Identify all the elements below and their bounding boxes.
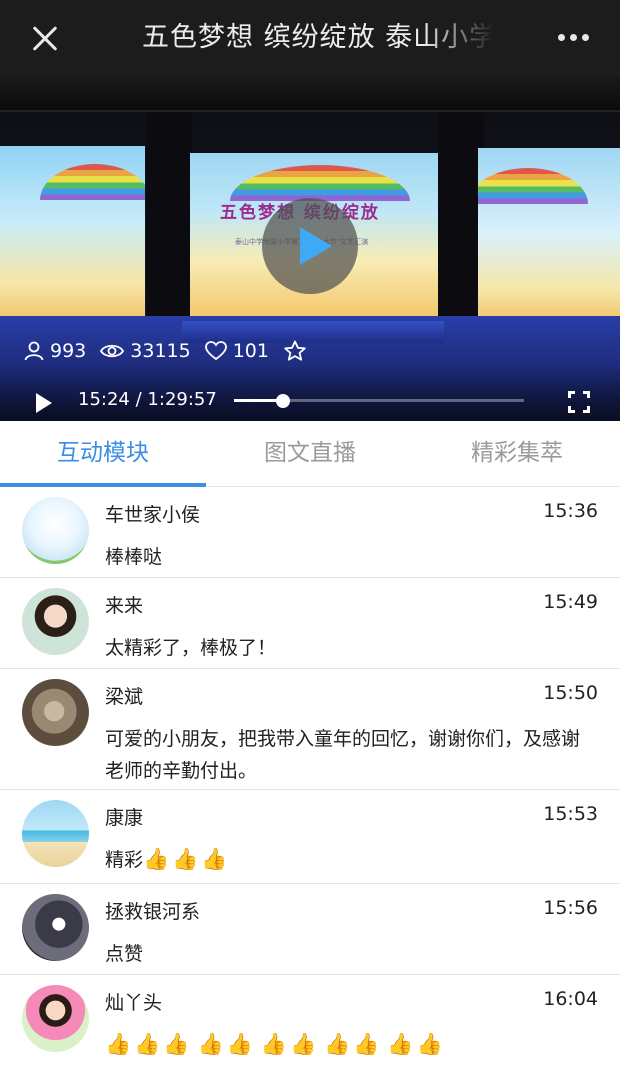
star-icon[interactable] — [283, 340, 307, 362]
time-separator: / — [135, 389, 142, 410]
comment-username: 康康 — [105, 807, 144, 829]
avatar[interactable] — [22, 497, 89, 564]
current-time: 15:24 — [78, 389, 130, 410]
person-icon — [24, 341, 44, 361]
comment-list: 车世家小侯 15:36 棒棒哒 来来 15:49 太精彩了，棒极了！ 梁斌 15… — [0, 487, 620, 1073]
thumbs-up-icon: 👍 — [172, 847, 199, 871]
comment-time: 15:56 — [543, 897, 598, 919]
comment-text: 点赞 — [105, 943, 144, 965]
tab-live-text[interactable]: 图文直播 — [207, 421, 413, 487]
progress-handle[interactable] — [276, 394, 291, 408]
heart-icon[interactable] — [204, 341, 227, 361]
comment-time: 15:53 — [543, 803, 598, 825]
comment-item: 来来 15:49 太精彩了，棒极了！ — [0, 578, 620, 669]
comment-time: 16:04 — [543, 988, 598, 1010]
thumbs-up-icon: 👍 — [226, 1032, 253, 1056]
comment-time: 15:50 — [543, 682, 598, 704]
comment-text: 可爱的小朋友，把我带入童年的回忆，谢谢你们，及感谢老师的辛勤付出。 — [105, 728, 581, 782]
stage-screen-left — [0, 146, 145, 336]
comment-text: 太精彩了，棒极了！ — [105, 637, 277, 659]
thumbs-up-icon: 👍 — [260, 1032, 287, 1056]
thumbs-up-icon: 👍 — [143, 847, 170, 871]
thumbs-up-icon: 👍 — [416, 1032, 443, 1056]
progress-slider[interactable] — [234, 394, 524, 408]
comment-item: 车世家小侯 15:36 棒棒哒 — [0, 487, 620, 578]
thumbs-up-icon: 👍 👍 👍 — [143, 847, 235, 871]
thumbs-up-icon: 👍 — [163, 1032, 190, 1056]
comment-text: 👍 👍 👍 👍 👍 👍 👍 👍 👍 👍 👍 — [105, 1029, 595, 1061]
stage-truss — [0, 76, 620, 112]
play-pause-icon[interactable] — [34, 392, 54, 414]
participants-count: 993 — [50, 340, 87, 362]
video-controls: 15:24 / 1:29:57 — [0, 381, 620, 421]
avatar[interactable] — [22, 588, 89, 655]
views-stat: 33115 — [100, 340, 191, 362]
comment-username: 拯救银河系 — [105, 901, 201, 923]
views-count: 33115 — [130, 340, 191, 362]
fullscreen-icon[interactable] — [568, 391, 590, 413]
tab-bar: 互动模块 图文直播 精彩集萃 — [0, 421, 620, 487]
comment-text: 精彩👍 👍 👍 — [105, 844, 595, 876]
tab-interaction[interactable]: 互动模块 — [0, 421, 206, 487]
close-icon[interactable] — [26, 18, 68, 60]
comment-item: 拯救银河系 15:56 点赞 — [0, 884, 620, 975]
tab-highlights[interactable]: 精彩集萃 — [414, 421, 620, 487]
comment-username: 车世家小侯 — [105, 504, 201, 526]
comment-username: 来来 — [105, 595, 144, 617]
comment-item: 康康 15:53 精彩👍 👍 👍 — [0, 790, 620, 884]
thumbs-up-icon: 👍 — [134, 1032, 161, 1056]
playback-time: 15:24 / 1:29:57 — [78, 389, 217, 410]
thumbs-up-icon: 👍 👍 👍 👍 👍 👍 👍 👍 👍 👍 👍 — [105, 1032, 451, 1056]
comment-time: 15:36 — [543, 500, 598, 522]
likes-stat[interactable]: 101 — [204, 340, 269, 362]
eye-icon — [100, 344, 125, 358]
page-title: 五色梦想 缤纷绽放 泰山小学 — [142, 22, 494, 53]
comment-text: 棒棒哒 — [105, 546, 163, 568]
more-icon[interactable] — [556, 28, 592, 48]
video-stats: 993 33115 101 — [24, 338, 327, 364]
comment-text-content: 精彩 — [105, 849, 144, 871]
comment-username: 梁斌 — [105, 686, 144, 708]
stage-screen-right — [478, 148, 620, 336]
favorite-stat[interactable] — [283, 340, 313, 362]
participants-stat: 993 — [24, 340, 86, 362]
comment-item: 灿丫头 16:04 👍 👍 👍 👍 👍 👍 👍 👍 👍 👍 👍 — [0, 975, 620, 1073]
video-player[interactable]: 五色梦想 缤纷绽放 泰山中学附属小学第二届“艺术节”文艺汇演 993 33115… — [0, 76, 620, 421]
stage-pillar — [146, 112, 192, 322]
thumbs-up-icon: 👍 — [387, 1032, 414, 1056]
avatar[interactable] — [22, 800, 89, 867]
avatar[interactable] — [22, 985, 89, 1052]
thumbs-up-icon: 👍 — [353, 1032, 380, 1056]
duration: 1:29:57 — [147, 389, 217, 410]
thumbs-up-icon: 👍 — [289, 1032, 317, 1056]
top-bar: 五色梦想 缤纷绽放 泰山小学 — [0, 0, 620, 76]
likes-count: 101 — [232, 340, 269, 362]
thumbs-up-icon: 👍 — [201, 847, 228, 871]
thumbs-up-icon: 👍 — [324, 1032, 351, 1056]
thumbs-up-icon: 👍 — [105, 1032, 132, 1056]
comment-item: 梁斌 15:50 可爱的小朋友，把我带入童年的回忆，谢谢你们，及感谢老师的辛勤付… — [0, 669, 620, 790]
avatar[interactable] — [22, 679, 89, 746]
thumbs-up-icon: 👍 — [197, 1032, 224, 1056]
comment-username: 灿丫头 — [105, 992, 163, 1014]
comment-time: 15:49 — [543, 591, 598, 613]
play-button[interactable] — [262, 198, 358, 294]
avatar[interactable] — [22, 894, 89, 961]
